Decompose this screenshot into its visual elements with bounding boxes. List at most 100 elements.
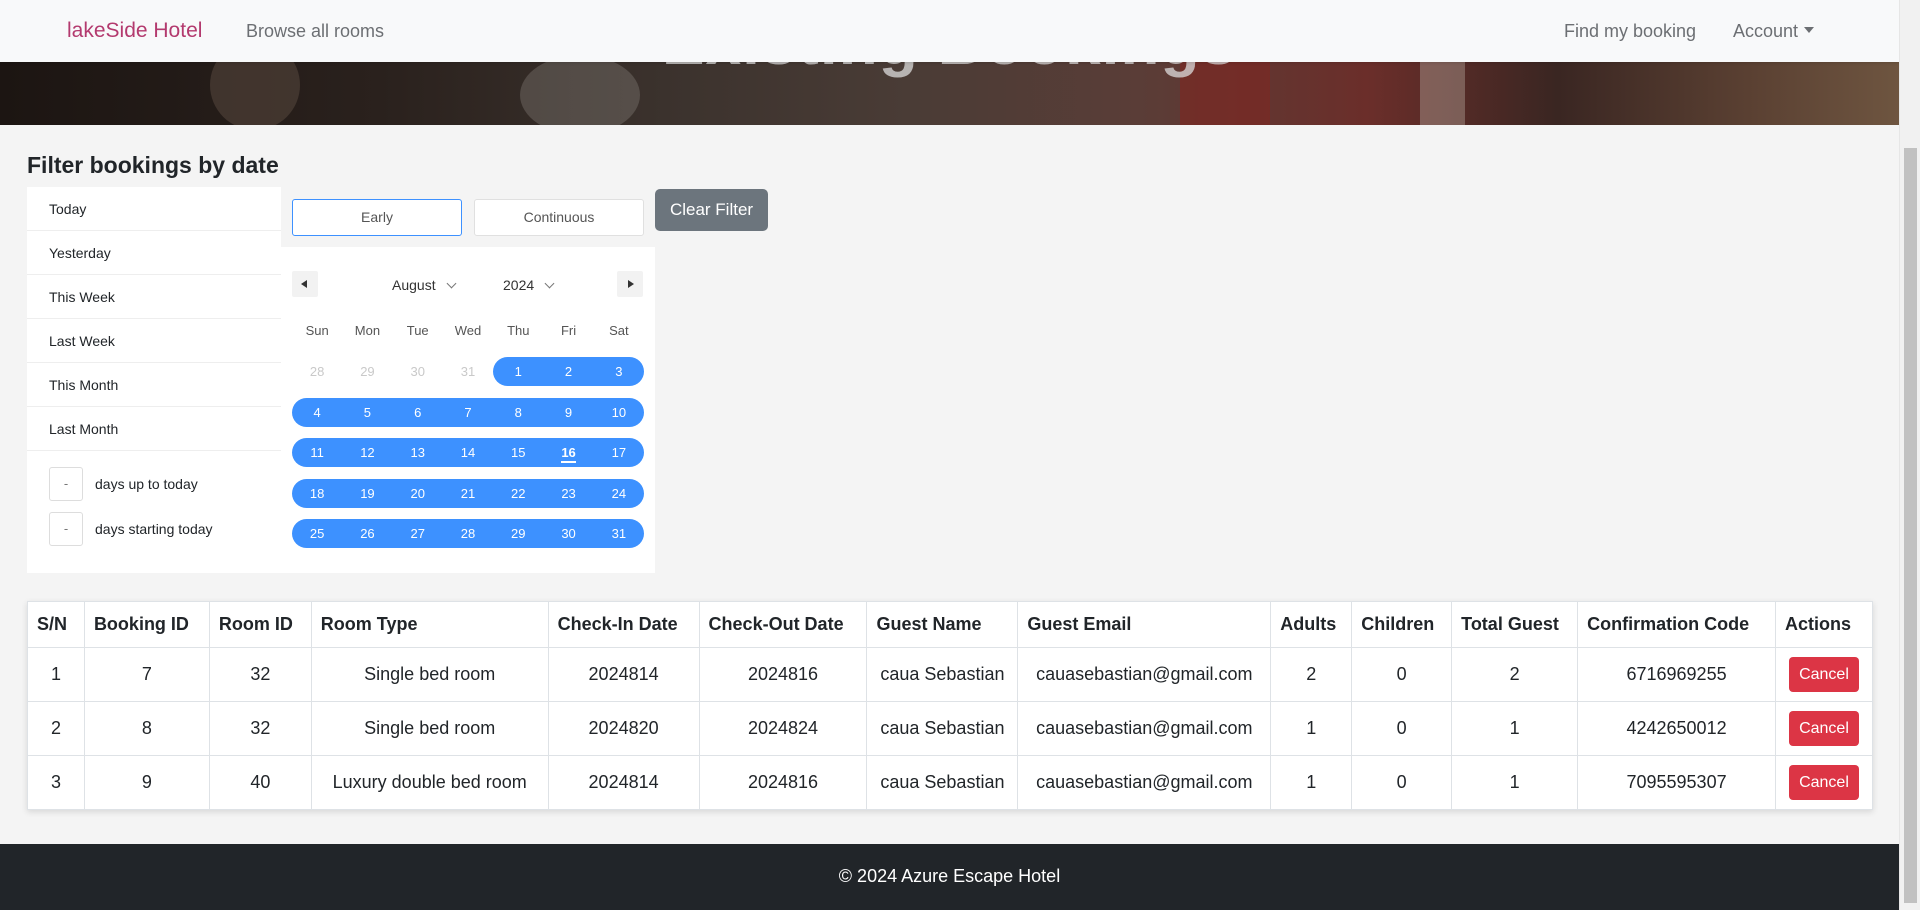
weekday-header: Sun Mon Tue Wed Thu Fri Sat (292, 323, 644, 338)
calendar-day[interactable]: 26 (342, 519, 392, 548)
cell-confirmation-code: 4242650012 (1577, 701, 1776, 756)
bookings-table: S/N Booking ID Room ID Room Type Check-I… (27, 601, 1874, 810)
calendar-day[interactable]: 21 (443, 479, 493, 508)
tab-early[interactable]: Early (292, 199, 462, 236)
calendar-week: 11 12 13 14 15 16 17 (292, 438, 644, 467)
column-header: S/N (27, 601, 85, 648)
column-header: Room Type (310, 601, 549, 648)
cell-check-out: 2024824 (698, 701, 868, 756)
year-select[interactable]: 2024 (503, 277, 555, 293)
calendar-day[interactable]: 1 (493, 357, 543, 386)
cancel-booking-button[interactable]: Cancel (1789, 711, 1859, 746)
calendar-day[interactable]: 31 (594, 519, 644, 548)
column-header: Check-Out Date (698, 601, 868, 648)
cell-adults: 2 (1270, 647, 1353, 702)
preset-last-week[interactable]: Last Week (27, 319, 281, 363)
calendar-day[interactable]: 15 (493, 438, 543, 467)
cell-children: 0 (1351, 701, 1453, 756)
calendar-day[interactable]: 14 (443, 438, 493, 467)
calendar-day[interactable]: 31 (443, 357, 493, 386)
page: Existing Bookings lakeSide Hotel Browse … (0, 0, 1899, 910)
column-header: Actions (1774, 601, 1874, 648)
cell-room-type: Luxury double bed room (310, 755, 549, 810)
calendar-day[interactable]: 28 (443, 519, 493, 548)
calendar-day[interactable]: 25 (292, 519, 342, 548)
preset-this-month[interactable]: This Month (27, 363, 281, 407)
column-header: Guest Email (1017, 601, 1272, 648)
cell-room-id: 40 (208, 755, 312, 810)
cell-booking-id: 8 (83, 701, 210, 756)
calendar-day[interactable]: 3 (594, 357, 644, 386)
preset-this-week[interactable]: This Week (27, 275, 281, 319)
calendar-day[interactable]: 13 (393, 438, 443, 467)
calendar-day[interactable]: 22 (493, 479, 543, 508)
calendar-day[interactable]: 11 (292, 438, 342, 467)
cancel-booking-button[interactable]: Cancel (1789, 657, 1859, 692)
calendar-day[interactable]: 5 (342, 398, 392, 427)
days-up-to-today-input[interactable]: - (49, 467, 83, 501)
calendar-day[interactable]: 27 (393, 519, 443, 548)
range-days-starting-today: - days starting today (49, 512, 213, 546)
calendar-day[interactable]: 30 (393, 357, 443, 386)
nav-account-dropdown[interactable]: Account (1733, 21, 1815, 42)
clear-filter-button[interactable]: Clear Filter (655, 189, 768, 231)
days-starting-today-input[interactable]: - (49, 512, 83, 546)
table-row: 1 7 32 Single bed room 2024814 2024816 c… (27, 647, 1874, 702)
preset-last-month[interactable]: Last Month (27, 407, 281, 451)
arrow-left-icon (301, 280, 307, 288)
cell-guest-name: caua Sebastian (866, 647, 1019, 702)
calendar-day[interactable]: 23 (543, 479, 593, 508)
brand-link[interactable]: lakeSide Hotel (67, 19, 202, 43)
preset-today[interactable]: Today (27, 187, 281, 231)
cancel-booking-button[interactable]: Cancel (1789, 765, 1859, 800)
calendar-day[interactable]: 4 (292, 398, 342, 427)
calendar-day[interactable]: 9 (543, 398, 593, 427)
calendar-day[interactable]: 7 (443, 398, 493, 427)
bookings-table-container: S/N Booking ID Room ID Room Type Check-I… (27, 601, 1874, 810)
calendar-day[interactable]: 29 (342, 357, 392, 386)
cell-confirmation-code: 7095595307 (1577, 755, 1776, 810)
calendar-day[interactable]: 28 (292, 357, 342, 386)
filter-title: Filter bookings by date (27, 152, 279, 178)
table-row: 3 9 40 Luxury double bed room 2024814 20… (27, 755, 1874, 810)
vertical-scrollbar[interactable] (1899, 0, 1920, 910)
cell-guest-email: cauasebastian@gmail.com (1017, 755, 1272, 810)
calendar-day[interactable]: 24 (594, 479, 644, 508)
cell-children: 0 (1351, 755, 1453, 810)
calendar-day-today[interactable]: 16 (543, 438, 593, 467)
calendar-day[interactable]: 2 (543, 357, 593, 386)
calendar-day[interactable]: 17 (594, 438, 644, 467)
column-header: Adults (1270, 601, 1353, 648)
today-label: 16 (561, 445, 576, 463)
calendar-day[interactable]: 18 (292, 479, 342, 508)
cell-guest-email: cauasebastian@gmail.com (1017, 701, 1272, 756)
scrollbar-thumb[interactable] (1904, 148, 1917, 903)
tab-continuous[interactable]: Continuous (474, 199, 644, 236)
cell-confirmation-code: 6716969255 (1577, 647, 1776, 702)
caret-down-icon (1804, 27, 1815, 34)
cell-sn: 3 (27, 755, 85, 810)
prev-month-button[interactable] (292, 271, 318, 297)
calendar-day[interactable]: 8 (493, 398, 543, 427)
next-month-button[interactable] (617, 271, 643, 297)
column-header: Check-In Date (547, 601, 700, 648)
table-row: 2 8 32 Single bed room 2024820 2024824 c… (27, 701, 1874, 756)
cell-check-in: 2024820 (547, 701, 700, 756)
calendar-day[interactable]: 20 (393, 479, 443, 508)
calendar-day[interactable]: 30 (543, 519, 593, 548)
nav-browse-rooms[interactable]: Browse all rooms (246, 21, 384, 42)
column-header: Guest Name (866, 601, 1019, 648)
month-select[interactable]: August (392, 277, 457, 293)
calendar-day[interactable]: 29 (493, 519, 543, 548)
calendar-day[interactable]: 6 (393, 398, 443, 427)
footer: © 2024 Azure Escape Hotel (0, 844, 1899, 910)
calendar-day[interactable]: 10 (594, 398, 644, 427)
date-presets-panel: Today Yesterday This Week Last Week This… (27, 187, 281, 573)
preset-yesterday[interactable]: Yesterday (27, 231, 281, 275)
calendar-day[interactable]: 19 (342, 479, 392, 508)
weekday-label: Fri (560, 323, 577, 338)
nav-find-booking[interactable]: Find my booking (1564, 21, 1696, 42)
nav-account-label: Account (1733, 21, 1799, 41)
arrow-right-icon (628, 280, 634, 288)
calendar-day[interactable]: 12 (342, 438, 392, 467)
